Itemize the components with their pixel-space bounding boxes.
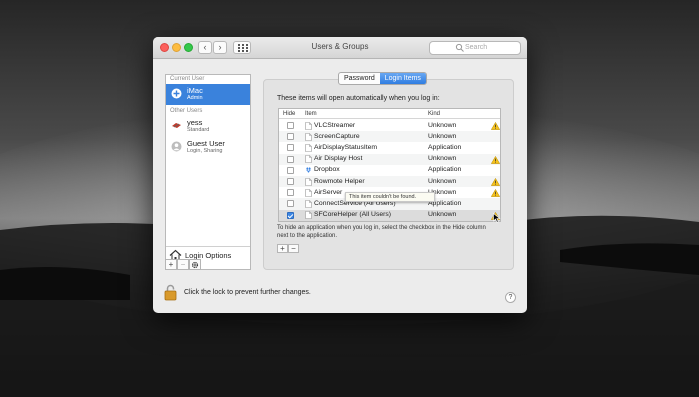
hide-checkbox[interactable] (287, 122, 294, 129)
lock-icon[interactable] (164, 284, 177, 301)
help-button[interactable]: ? (505, 292, 516, 303)
add-login-item-button[interactable]: + (277, 244, 288, 253)
application-icon (305, 200, 312, 208)
table-row[interactable]: SFCoreHelper (All Users) Unknown (279, 209, 500, 221)
hide-checkbox[interactable] (287, 155, 294, 163)
hide-checkbox[interactable] (287, 144, 294, 152)
user-name: yess (187, 118, 203, 127)
item-kind: Unknown (428, 177, 457, 185)
other-users-header: Other Users (170, 108, 203, 114)
title-bar: ‹ › Users & Groups Search (153, 37, 527, 59)
user-item-guest[interactable]: Guest User Login, Sharing (166, 137, 250, 158)
guest-avatar-icon (171, 141, 182, 152)
current-user-header: Current User (170, 76, 205, 82)
dropbox-icon (305, 167, 312, 173)
users-sidebar: Current User iMac Admin Other Users yess… (165, 74, 251, 270)
item-kind: Unknown (428, 211, 457, 219)
document-icon (305, 177, 312, 186)
warning-icon[interactable] (491, 189, 500, 198)
search-icon (455, 43, 464, 52)
warning-icon[interactable] (491, 178, 500, 186)
lock-text: Click the lock to prevent further change… (184, 289, 311, 296)
gear-icon (191, 261, 199, 269)
application-icon (305, 144, 312, 152)
hide-checkbox[interactable] (287, 166, 294, 174)
user-item-imac[interactable]: iMac Admin (166, 84, 250, 105)
item-kind: Unknown (428, 121, 457, 129)
warning-icon[interactable] (491, 122, 500, 130)
user-avatar-icon (172, 123, 181, 128)
mouse-cursor-icon (493, 213, 501, 223)
login-items-table: Hide Item Kind VLCStreamer Unknown ScreenC… (278, 108, 501, 222)
table-row[interactable]: AirDisplayStatusItem Application (279, 142, 500, 153)
table-row[interactable]: VLCStreamer Unknown (279, 120, 500, 131)
table-header: Hide Item Kind (279, 109, 500, 119)
hide-hint-text: To hide an application when you log in, … (277, 225, 486, 239)
remove-login-item-button[interactable]: − (288, 244, 299, 253)
user-name: Guest User (187, 139, 225, 148)
remove-user-button[interactable]: − (177, 259, 189, 270)
document-icon (305, 121, 312, 130)
sidebar-buttons: + − (165, 259, 251, 270)
user-avatar-icon (171, 88, 182, 99)
login-items-intro: These items will open automatically when… (277, 95, 440, 102)
add-user-button[interactable]: + (165, 259, 177, 270)
document-icon (305, 211, 312, 219)
item-name: SFCoreHelper (All Users) (314, 211, 392, 219)
document-icon (305, 188, 312, 197)
table-row[interactable]: Rowmote Helper Unknown (279, 176, 500, 188)
table-row[interactable]: Dropbox Application (279, 165, 500, 176)
table-row[interactable]: ScreenCapture Unknown (279, 131, 500, 143)
item-kind: Unknown (428, 155, 457, 163)
item-name: VLCStreamer (314, 121, 356, 129)
column-header-item[interactable]: Item (305, 111, 317, 117)
tooltip: This item couldn't be found. (345, 192, 435, 202)
tab-password[interactable]: Password (339, 73, 380, 84)
item-name: AirDisplayStatusItem (314, 143, 378, 151)
item-name: Rowmote Helper (314, 177, 365, 185)
user-role: Login, Sharing (187, 148, 223, 154)
hide-checkbox[interactable] (287, 178, 294, 185)
item-name: Air Display Host (314, 155, 363, 163)
action-gear-button[interactable] (189, 259, 201, 270)
tab-login-items[interactable]: Login Items (379, 73, 426, 84)
column-header-kind[interactable]: Kind (428, 111, 440, 117)
search-field[interactable]: Search (429, 41, 521, 55)
item-kind: Application (428, 143, 462, 151)
hide-checkbox[interactable] (287, 200, 294, 208)
warning-icon[interactable] (491, 155, 500, 164)
hide-checkbox[interactable] (287, 133, 294, 141)
table-row[interactable]: Air Display Host Unknown (279, 153, 500, 165)
hide-checkbox[interactable] (287, 211, 294, 219)
search-placeholder: Search (465, 44, 488, 51)
tab-bar: Password Login Items (338, 72, 427, 85)
item-name: ScreenCapture (314, 132, 360, 140)
column-header-hide[interactable]: Hide (283, 111, 295, 117)
hide-checkbox[interactable] (287, 189, 294, 197)
item-name: Dropbox (314, 166, 340, 174)
user-item-yess[interactable]: yess Standard (166, 116, 250, 137)
item-kind: Unknown (428, 132, 457, 140)
document-icon (305, 132, 312, 141)
user-role: Admin (187, 95, 203, 101)
login-items-buttons: + − (277, 244, 301, 253)
users-groups-window: ‹ › Users & Groups Search Current User i… (153, 37, 527, 313)
item-name: AirServer (314, 188, 343, 196)
user-role: Standard (187, 127, 210, 133)
user-name: iMac (187, 86, 203, 95)
item-kind: Application (428, 166, 462, 174)
document-icon (305, 155, 312, 163)
